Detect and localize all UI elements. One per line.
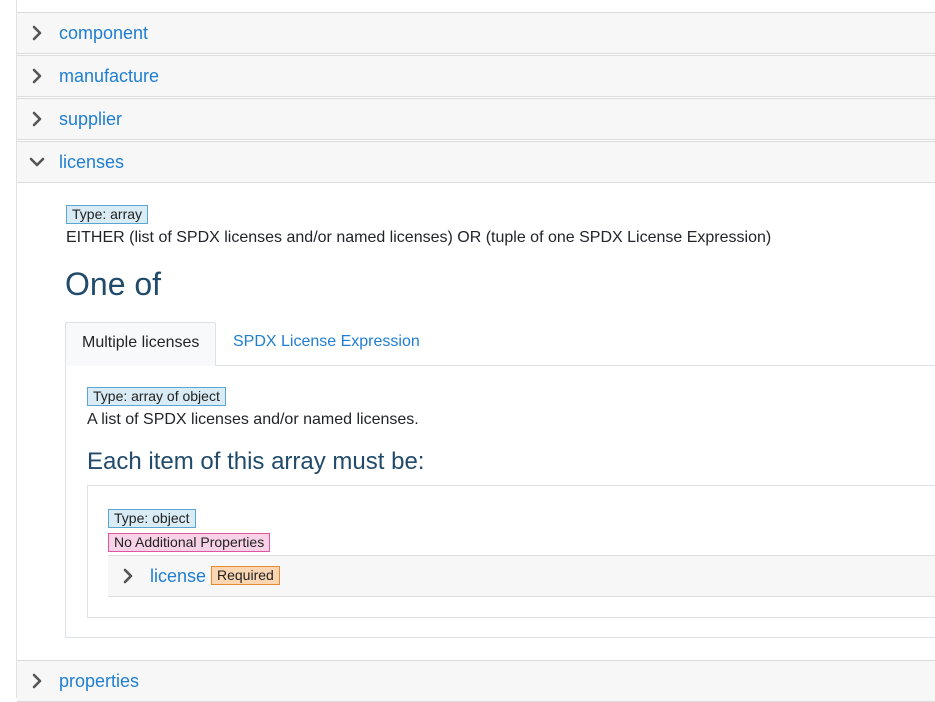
chevron-right-icon xyxy=(32,673,42,689)
tab-multiple-licenses[interactable]: Multiple licenses xyxy=(65,322,217,366)
accordion-item-properties[interactable]: properties xyxy=(17,660,935,702)
chevron-right-icon xyxy=(32,111,42,127)
required-badge: Required xyxy=(211,566,280,585)
accordion-item-component[interactable]: component xyxy=(17,12,935,54)
pane-description: A list of SPDX licenses and/or named lic… xyxy=(87,411,419,428)
tab-pane-multiple-licenses: Type: array of object A list of SPDX lic… xyxy=(65,365,935,638)
accordion-label-component[interactable]: component xyxy=(59,13,148,53)
chevron-down-icon xyxy=(29,157,45,167)
one-of-heading: One of xyxy=(65,266,162,302)
no-additional-properties-badge: No Additional Properties xyxy=(108,533,271,552)
accordion-label-manufacture[interactable]: manufacture xyxy=(59,56,159,96)
accordion-label-supplier[interactable]: supplier xyxy=(59,99,122,139)
array-item-schema: Type: object No Additional Properties li… xyxy=(87,485,935,618)
tab-spdx-license-expression[interactable]: SPDX License Expression xyxy=(217,322,436,364)
chevron-right-icon xyxy=(123,568,133,584)
property-license[interactable]: license Required xyxy=(108,555,935,597)
property-label-license[interactable]: license xyxy=(150,556,206,596)
type-badge: Type: array xyxy=(66,205,149,224)
type-badge: Type: array of object xyxy=(87,387,226,406)
schema-doc-frame: component manufacture supplier licenses … xyxy=(16,0,935,702)
type-badge: Type: object xyxy=(108,509,196,528)
accordion-item-licenses[interactable]: licenses xyxy=(17,141,935,183)
accordion-item-manufacture[interactable]: manufacture xyxy=(17,55,935,97)
accordion-label-properties[interactable]: properties xyxy=(59,661,139,701)
one-of-tabs: Multiple licenses SPDX License Expressio… xyxy=(65,322,935,366)
licenses-panel: Type: array EITHER (list of SPDX license… xyxy=(17,184,935,660)
accordion-item-supplier[interactable]: supplier xyxy=(17,98,935,140)
licenses-description: EITHER (list of SPDX licenses and/or nam… xyxy=(66,229,772,246)
chevron-right-icon xyxy=(32,68,42,84)
chevron-right-icon xyxy=(32,25,42,41)
accordion-label-licenses[interactable]: licenses xyxy=(59,142,124,182)
items-heading: Each item of this array must be: xyxy=(87,448,425,475)
